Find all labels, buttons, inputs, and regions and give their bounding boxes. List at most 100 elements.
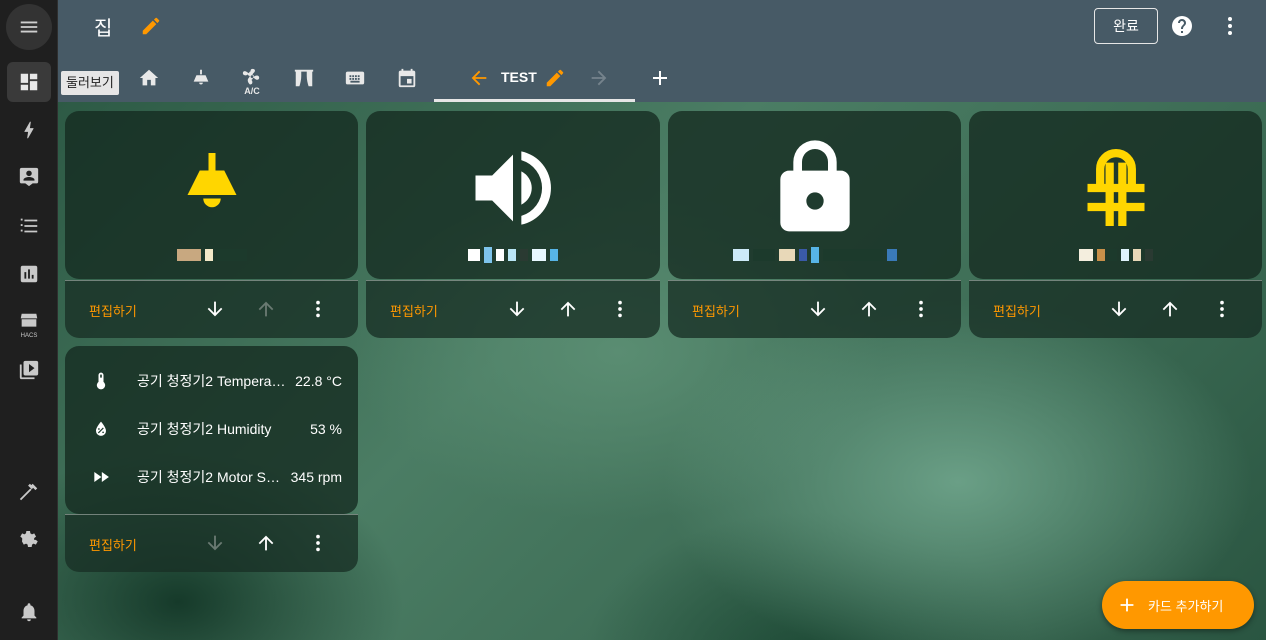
edit-card-link[interactable]: 편집하기 xyxy=(89,301,137,320)
lightning-icon xyxy=(24,121,34,139)
move-down-button[interactable] xyxy=(204,532,226,554)
button-card-speaker[interactable] xyxy=(366,111,660,279)
edit-title-icon[interactable] xyxy=(140,15,162,37)
entity-value: 345 rpm xyxy=(290,469,342,485)
sidebar-item-notifications[interactable] xyxy=(7,592,51,632)
calendar-icon xyxy=(398,68,416,88)
lamp-icon xyxy=(193,69,209,85)
arrow-down-icon xyxy=(810,301,826,317)
entity-row-temperature[interactable]: 공기 청정기2 Temperature 22.8 °C xyxy=(91,369,342,393)
button-card-lock[interactable] xyxy=(668,111,961,279)
done-button[interactable]: 완료 xyxy=(1094,8,1158,44)
toolbar: 집 완료 A/C TEST xyxy=(58,0,1266,102)
entity-row-motor-speed[interactable]: 공기 청정기2 Motor Speed 345 rpm xyxy=(91,465,342,489)
more-vertical-icon xyxy=(316,300,320,318)
add-view-icon[interactable] xyxy=(648,66,672,90)
card-state-blurred xyxy=(65,243,358,267)
media-icon xyxy=(19,360,39,380)
sidebar: HACS xyxy=(0,0,58,640)
move-up-button[interactable] xyxy=(858,298,880,320)
arrow-up-icon xyxy=(861,301,877,317)
tab-home[interactable] xyxy=(136,64,162,92)
plus-icon xyxy=(1120,598,1134,612)
tab-curtains[interactable] xyxy=(291,64,317,92)
tab-keyboard[interactable] xyxy=(342,64,368,92)
sidebar-item-energy[interactable] xyxy=(7,110,51,150)
arrow-up-icon xyxy=(258,535,274,551)
move-down-button[interactable] xyxy=(204,298,226,320)
edit-card-link[interactable]: 편집하기 xyxy=(692,301,740,320)
tab-lamp[interactable] xyxy=(188,64,214,92)
card-options-button[interactable] xyxy=(1211,298,1233,320)
card-options-button[interactable] xyxy=(307,298,329,320)
entity-row-humidity[interactable]: 공기 청정기2 Humidity 53 % xyxy=(91,417,342,441)
curtains-icon xyxy=(294,69,314,87)
move-up-button[interactable] xyxy=(255,298,277,320)
sidebar-item-map[interactable] xyxy=(7,157,51,197)
fast-forward-icon xyxy=(94,472,109,482)
more-vertical-icon xyxy=(316,534,320,552)
more-vertical-icon xyxy=(618,300,622,318)
card-edit-bar: 편집하기 xyxy=(65,280,358,338)
sidebar-item-settings[interactable] xyxy=(7,519,51,559)
sidebar-item-history[interactable] xyxy=(7,254,51,294)
tab-calendar[interactable] xyxy=(394,64,420,92)
home-icon xyxy=(139,69,159,86)
edit-view-icon[interactable] xyxy=(544,67,566,89)
add-card-button[interactable]: 카드 추가하기 xyxy=(1102,581,1254,629)
card-edit-bar: 편집하기 xyxy=(668,280,961,338)
card-options-button[interactable] xyxy=(307,532,329,554)
keyboard-icon xyxy=(345,71,365,85)
move-down-button[interactable] xyxy=(807,298,829,320)
move-up-button[interactable] xyxy=(1159,298,1181,320)
entity-name: 공기 청정기2 Motor Speed xyxy=(137,469,283,485)
button-card-outlet[interactable] xyxy=(969,111,1262,279)
card-options-button[interactable] xyxy=(910,298,932,320)
entities-card: 공기 청정기2 Temperature 22.8 °C 공기 청정기2 Humi… xyxy=(65,346,358,514)
arrow-up-icon xyxy=(258,301,274,317)
water-percent-icon xyxy=(96,421,106,436)
move-down-button[interactable] xyxy=(1108,298,1130,320)
tab-air-conditioner[interactable]: A/C xyxy=(239,64,265,96)
sidebar-item-overview[interactable] xyxy=(7,62,51,102)
tab-test[interactable]: TEST xyxy=(501,69,537,85)
more-options-icon[interactable] xyxy=(1218,14,1242,38)
arrow-down-icon xyxy=(207,535,223,551)
settings-icon xyxy=(20,531,38,547)
move-up-button[interactable] xyxy=(255,532,277,554)
entity-value: 53 % xyxy=(310,421,342,437)
more-vertical-icon xyxy=(1220,300,1224,318)
help-icon[interactable] xyxy=(1170,14,1194,38)
menu-button[interactable] xyxy=(6,4,52,50)
list-icon xyxy=(20,218,38,233)
entity-name: 공기 청정기2 Temperature xyxy=(137,373,288,389)
hacs-label: HACS xyxy=(20,333,38,339)
arrow-up-icon xyxy=(560,301,576,317)
card-state-blurred xyxy=(969,243,1262,267)
card-options-button[interactable] xyxy=(609,298,631,320)
ceiling-light-icon xyxy=(187,153,236,208)
more-vertical-icon xyxy=(919,300,923,318)
move-up-button[interactable] xyxy=(557,298,579,320)
sidebar-item-hacs[interactable]: HACS xyxy=(7,302,51,342)
dashboard-icon xyxy=(20,73,38,91)
arrow-down-icon xyxy=(1111,301,1127,317)
edit-card-link[interactable]: 편집하기 xyxy=(993,301,1041,320)
sidebar-item-developer-tools[interactable] xyxy=(7,472,51,512)
edit-card-link[interactable]: 편집하기 xyxy=(390,301,438,320)
arrow-down-icon xyxy=(509,301,525,317)
sidebar-item-logbook[interactable] xyxy=(7,206,51,246)
button-card-light[interactable] xyxy=(65,111,358,279)
card-edit-bar: 편집하기 xyxy=(65,514,358,572)
sidebar-item-media[interactable] xyxy=(7,350,51,390)
arrow-up-icon xyxy=(1162,301,1178,317)
move-down-button[interactable] xyxy=(506,298,528,320)
card-edit-bar: 편집하기 xyxy=(366,280,660,338)
edit-card-link[interactable]: 편집하기 xyxy=(89,535,137,554)
overview-tooltip: 둘러보기 xyxy=(61,71,119,95)
card-state-blurred xyxy=(366,243,660,267)
move-view-left-icon[interactable] xyxy=(468,67,490,89)
arrow-down-icon xyxy=(207,301,223,317)
move-view-right-icon[interactable] xyxy=(588,67,610,89)
volume-icon xyxy=(475,151,551,225)
